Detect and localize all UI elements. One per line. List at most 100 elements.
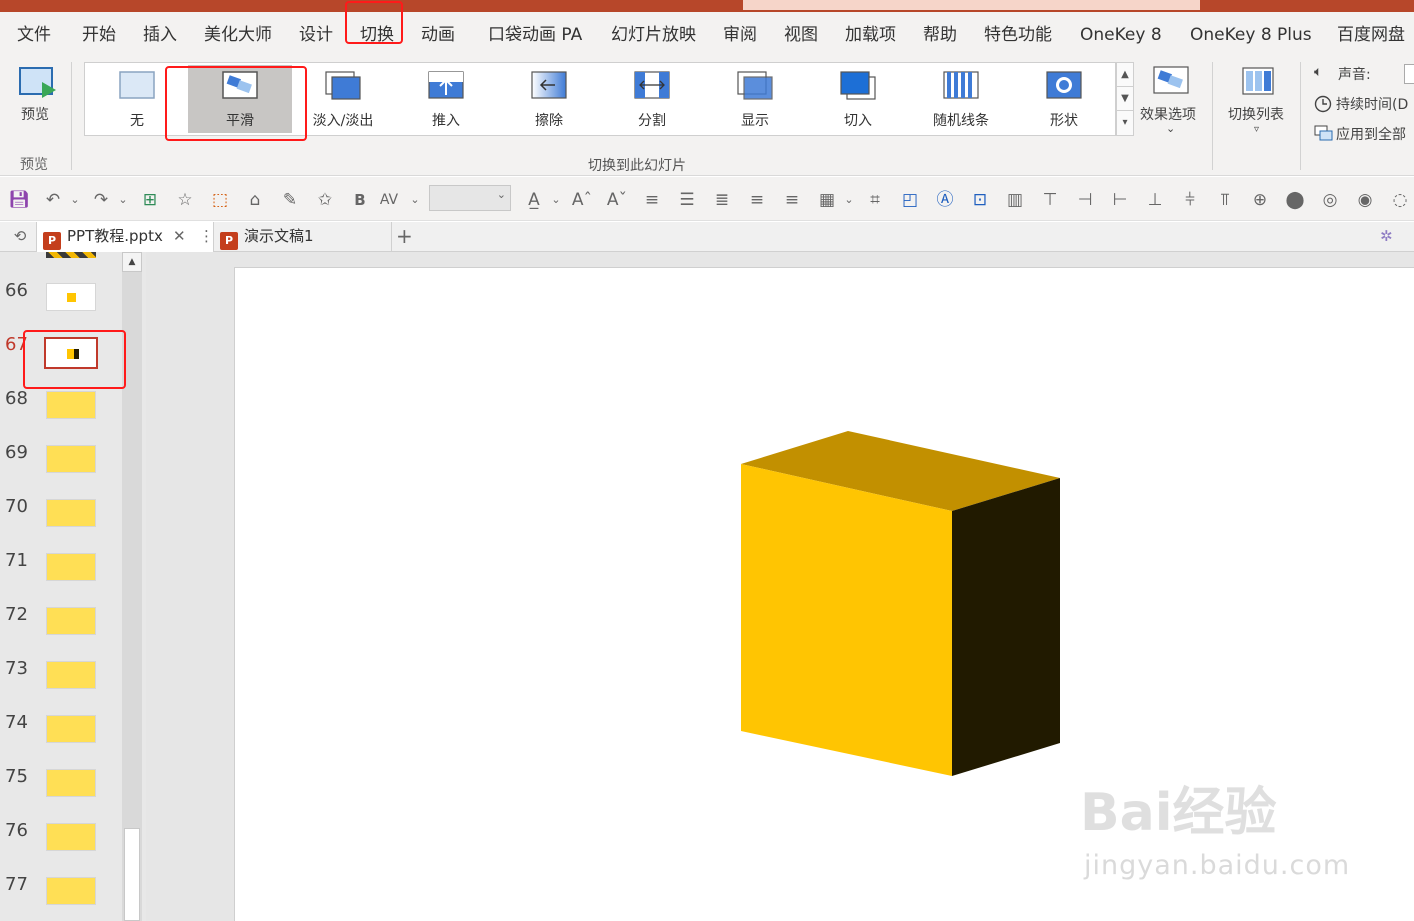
align-center-icon[interactable]: ≡ [641, 189, 663, 211]
align-icon[interactable]: ⊞ [139, 189, 161, 211]
increase-font-icon[interactable]: Aˆ [571, 189, 593, 211]
slide-thumbnail[interactable] [46, 769, 96, 797]
star-icon[interactable]: ☆ [174, 189, 196, 211]
slide-thumbnail[interactable] [46, 283, 96, 311]
transition-list-button[interactable]: 切换列表 ▿ [1226, 66, 1292, 142]
tab-ppt-tutorial[interactable]: P PPT教程.pptx ✕ ⋮ [36, 222, 214, 252]
center-icon[interactable]: ⊕ [1249, 189, 1271, 211]
more-icon[interactable]: ⋮ [199, 222, 214, 250]
transition-none[interactable]: 无 [85, 65, 189, 133]
slide-thumbnail[interactable] [46, 553, 96, 581]
brush-icon[interactable]: ✎ [279, 189, 301, 211]
chevron-down-icon[interactable]: ⌄ [64, 189, 86, 211]
close-icon[interactable]: ✕ [173, 222, 186, 250]
preview-button[interactable]: 预览 [12, 66, 60, 130]
sound-dropdown[interactable] [1404, 64, 1414, 84]
transition-random-bars[interactable]: 随机线条 [909, 65, 1013, 133]
slide-thumbnail[interactable] [46, 715, 96, 743]
new-tab-icon[interactable]: + [396, 222, 416, 252]
gallery-scroll-up-icon[interactable]: ▲ [1117, 63, 1133, 87]
undo-icon[interactable]: ↶ [42, 189, 64, 211]
menu-transitions[interactable]: 切换 [360, 24, 394, 46]
menu-features[interactable]: 特色功能 [984, 24, 1052, 46]
menu-view[interactable]: 视图 [784, 24, 818, 46]
justify-icon[interactable]: ≣ [711, 189, 733, 211]
scrollbar-thumb[interactable] [124, 828, 140, 921]
decrease-font-icon[interactable]: Aˇ [606, 189, 628, 211]
apply-to-all-button[interactable]: 应用到全部 [1314, 124, 1414, 146]
slide-thumbnail[interactable] [46, 661, 96, 689]
transition-wipe[interactable]: 擦除 [497, 65, 601, 133]
gallery-scroll-down-icon[interactable]: ▼ [1117, 87, 1133, 111]
union-icon[interactable]: ◎ [1319, 189, 1341, 211]
font-color-icon[interactable]: A̲ [523, 189, 545, 211]
table-icon[interactable]: ▦ [816, 189, 838, 211]
partial-thumbnail[interactable] [46, 252, 96, 258]
menu-home[interactable]: 开始 [82, 24, 116, 46]
save-icon[interactable]: 💾︎ [8, 189, 30, 211]
menu-slideshow[interactable]: 幻灯片放映 [611, 24, 696, 46]
menu-beautify[interactable]: 美化大师 [204, 24, 272, 46]
menu-baidu-netdisk[interactable]: 百度网盘 [1337, 24, 1405, 46]
slide-thumbnail[interactable] [46, 391, 96, 419]
distribute-v-icon[interactable]: ⫪ [1214, 189, 1236, 211]
align-left-edge-icon[interactable]: ⊢ [1109, 189, 1131, 211]
menu-onekey8[interactable]: OneKey 8 [1080, 24, 1162, 46]
chevron-down-icon[interactable]: ⌄ [545, 189, 567, 211]
align-right-edge-icon[interactable]: ⊣ [1074, 189, 1096, 211]
slide-thumbnail[interactable] [46, 607, 96, 635]
menu-pocket-animation[interactable]: 口袋动画 PA [488, 24, 582, 46]
redo-icon[interactable]: ↷ [90, 189, 112, 211]
chart-icon[interactable]: ▥ [1004, 189, 1026, 211]
magic-icon[interactable]: ✲ [1380, 222, 1404, 252]
star-outline-icon[interactable]: ✩ [314, 189, 336, 211]
transition-cut[interactable]: 切入 [806, 65, 910, 133]
font-size-input[interactable]: ⌄ [429, 185, 511, 211]
sound-control[interactable]: 🔈︎ 声音: [1314, 64, 1414, 86]
transition-split[interactable]: 分割 [600, 65, 704, 133]
menu-review[interactable]: 审阅 [723, 24, 757, 46]
transition-fade[interactable]: 淡入/淡出 [291, 65, 395, 133]
menu-insert[interactable]: 插入 [143, 24, 177, 46]
transition-push[interactable]: 推入 [394, 65, 498, 133]
slide-thumbnail[interactable] [46, 445, 96, 473]
menu-file[interactable]: 文件 [17, 24, 51, 46]
tab-presentation1[interactable]: P 演示文稿1 [216, 222, 392, 252]
menu-help[interactable]: 帮助 [923, 24, 957, 46]
subtract-icon[interactable]: ◌ [1389, 189, 1411, 211]
thumbnail-scrollbar[interactable]: ▲ [122, 252, 142, 921]
slide-thumbnail[interactable] [46, 877, 96, 905]
textbox-icon[interactable]: Ⓐ [934, 189, 956, 211]
shape-insert-icon[interactable]: ◰ [899, 189, 921, 211]
align-middle-icon[interactable]: ⊥ [1144, 189, 1166, 211]
effect-options-button[interactable]: 效果选项 ⌄ [1138, 66, 1204, 142]
history-icon[interactable]: ⟲ [8, 222, 32, 252]
search-box[interactable] [743, 0, 1200, 10]
crop-icon[interactable]: ⌗ [864, 189, 886, 211]
chevron-down-icon[interactable]: ⌄ [112, 189, 134, 211]
menu-design[interactable]: 设计 [299, 24, 333, 46]
distribute-h-icon[interactable]: ⫩ [1179, 189, 1201, 211]
bold-icon[interactable]: B [349, 189, 371, 211]
intersect-icon[interactable]: ◉ [1354, 189, 1376, 211]
select-icon[interactable]: ⬚ [209, 189, 231, 211]
menu-animations[interactable]: 动画 [421, 24, 455, 46]
chevron-down-icon[interactable]: ⌄ [404, 189, 426, 211]
align-top-icon[interactable]: ⊤ [1039, 189, 1061, 211]
chevron-down-icon[interactable]: ⌄ [838, 189, 860, 211]
scroll-up-icon[interactable]: ▲ [122, 252, 142, 272]
slide-thumbnail-current[interactable] [44, 337, 98, 369]
slide-thumbnail[interactable] [46, 499, 96, 527]
align-right-icon[interactable]: ≡ [781, 189, 803, 211]
present-icon[interactable]: ⌂ [244, 189, 266, 211]
transition-morph[interactable]: 平滑 [188, 65, 292, 133]
merge-shapes-icon[interactable]: ⬤ [1284, 189, 1306, 211]
transition-reveal[interactable]: 显示 [703, 65, 807, 133]
distribute-icon[interactable]: ☰ [676, 189, 698, 211]
frame-icon[interactable]: ⊡ [969, 189, 991, 211]
transition-shape[interactable]: 形状 [1012, 65, 1116, 133]
align-left-icon[interactable]: ≡ [746, 189, 768, 211]
menu-onekey8-plus[interactable]: OneKey 8 Plus [1190, 24, 1312, 46]
menu-addins[interactable]: 加载项 [845, 24, 896, 46]
duration-control[interactable]: 持续时间(D [1314, 94, 1414, 116]
